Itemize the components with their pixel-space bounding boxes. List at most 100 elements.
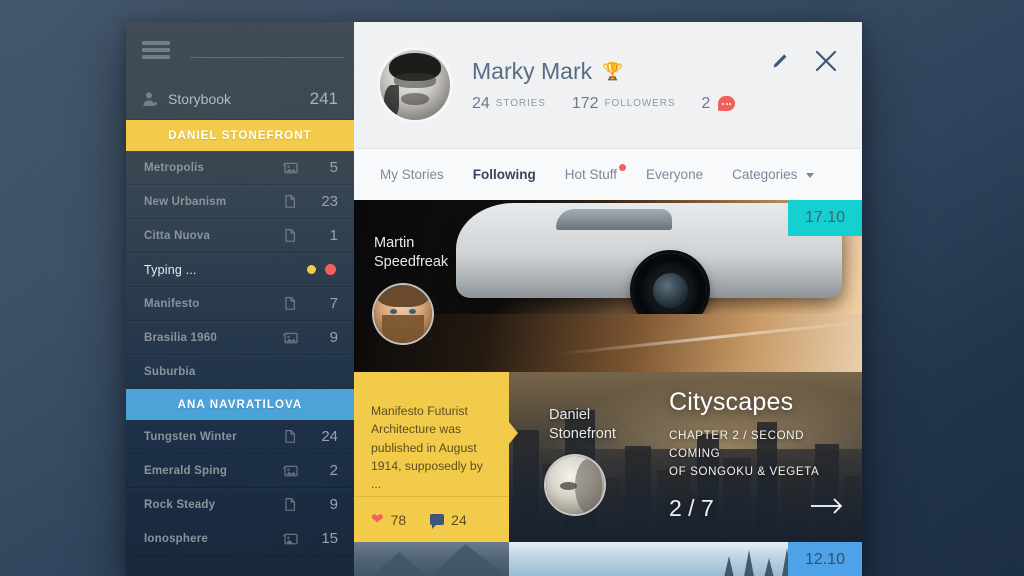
story-card-car[interactable]: Martin Speedfreak 17.10	[354, 200, 862, 372]
sidebar-item-tungsten-winter[interactable]: Tungsten Winter 24	[126, 420, 354, 454]
close-icon[interactable]	[814, 49, 838, 78]
document-icon	[282, 194, 298, 209]
sidebar-item-label: Rock Steady	[144, 498, 216, 511]
person-icon	[142, 91, 158, 107]
author-line-1: Martin	[374, 235, 415, 251]
document-icon	[282, 497, 298, 512]
main-panel: Marky Mark 🏆 24 STORIES 172 FOLLOWERS 2	[354, 22, 862, 576]
notification-dot-icon	[619, 164, 627, 171]
sidebar-item-count: 1	[329, 227, 338, 244]
profile-name-row: Marky Mark 🏆	[472, 58, 735, 85]
tab-following[interactable]: Following	[473, 167, 536, 182]
sidebar-item-citta-nuova[interactable]: Citta Nuova 1	[126, 219, 354, 253]
sidebar-item-suburbia[interactable]: Suburbia	[126, 355, 354, 389]
photo-icon	[282, 531, 298, 546]
sidebar-item-label: Suburbia	[144, 365, 196, 378]
page-indicator: 2 / 7	[669, 494, 714, 521]
followers-label: FOLLOWERS	[604, 98, 676, 109]
hamburger-icon[interactable]	[142, 41, 170, 59]
story-card-forest[interactable]: 12.10	[509, 542, 862, 576]
tab-categories[interactable]: Categories	[732, 167, 815, 182]
tab-hot-stuff[interactable]: Hot Stuff	[564, 164, 627, 182]
author-line-2: Speedfreak	[374, 253, 449, 270]
sidebar-item-manifesto[interactable]: Manifesto 7	[126, 287, 354, 321]
photo-icon	[282, 160, 298, 175]
stories-count: 24	[472, 94, 490, 112]
story-author: Martin Speedfreak	[374, 234, 448, 271]
comments-count: 24	[451, 511, 467, 528]
profile-header: Marky Mark 🏆 24 STORIES 172 FOLLOWERS 2	[354, 22, 862, 148]
sidebar-item-storybook[interactable]: Storybook 241	[126, 78, 354, 120]
sidebar-group-header-daniel-stonefront[interactable]: DANIEL STONEFRONT	[126, 120, 354, 151]
sidebar-item-ionosphere[interactable]: Ionosphere 15	[126, 522, 354, 556]
profile-info: Marky Mark 🏆 24 STORIES 172 FOLLOWERS 2	[472, 58, 736, 113]
story-card-manifesto[interactable]: Manifesto Futurist Architecture was publ…	[354, 372, 509, 542]
sidebar-item-count: 2	[329, 462, 338, 479]
story-details: Cityscapes CHAPTER 2 / SECOND COMING OF …	[669, 388, 844, 522]
messages-count: 2	[701, 94, 711, 112]
subtitle-line-1: CHAPTER 2 / SECOND COMING	[669, 429, 805, 460]
sidebar-item-count: 7	[329, 295, 338, 312]
sidebar-item-label: Tungsten Winter	[144, 430, 237, 443]
comments-group[interactable]: 24	[430, 511, 467, 529]
sidebar-item-count: 9	[329, 496, 338, 513]
sidebar-item-new-urbanism[interactable]: New Urbanism 23	[126, 185, 354, 219]
likes-count: 78	[390, 511, 407, 528]
comment-icon	[430, 514, 445, 529]
followers-count: 172	[571, 94, 599, 112]
story-subtitle: CHAPTER 2 / SECOND COMING OF SONGOKU & V…	[669, 427, 844, 481]
author-avatar[interactable]	[374, 285, 432, 343]
story-meta: ❤ 78 24	[354, 496, 509, 542]
avatar	[380, 50, 450, 120]
sidebar-item-count: 15	[321, 530, 338, 547]
chevron-down-icon	[806, 172, 815, 178]
tab-everyone[interactable]: Everyone	[646, 167, 703, 182]
story-card-mountain[interactable]	[354, 542, 509, 576]
sidebar-item-emerald-sping[interactable]: Emerald Sping 2	[126, 454, 354, 488]
story-excerpt: Manifesto Futurist Architecture was publ…	[371, 404, 483, 492]
header-actions	[770, 49, 838, 78]
subtitle-line-2: OF SONGOKU & VEGETA	[669, 464, 820, 478]
date-badge: 17.10	[787, 200, 862, 236]
status-dot-red	[325, 264, 336, 275]
sidebar-item-rock-steady[interactable]: Rock Steady 9	[126, 488, 354, 522]
sidebar-item-count: 241	[309, 88, 338, 108]
sidebar-item-label: Emerald Sping	[144, 464, 228, 477]
author-line-1: Daniel	[549, 407, 591, 423]
author-avatar[interactable]	[546, 456, 604, 514]
story-card-cityscapes[interactable]: Daniel Stonefront Cityscapes CHAPTER 2 /…	[509, 372, 862, 542]
profile-stats: 24 STORIES 172 FOLLOWERS 2	[472, 94, 736, 113]
story-author: Daniel Stonefront	[549, 406, 616, 443]
search-input[interactable]	[190, 42, 345, 58]
sidebar-item-label: Citta Nuova	[144, 229, 211, 242]
likes-group[interactable]: ❤ 78	[371, 512, 406, 528]
sidebar-item-label: New Urbanism	[144, 195, 227, 208]
edit-icon[interactable]	[770, 51, 790, 76]
story-title: Cityscapes	[669, 388, 794, 416]
trophy-icon: 🏆	[602, 61, 624, 81]
stories-label: STORIES	[495, 98, 546, 109]
sidebar-item-count: 24	[321, 428, 338, 445]
sidebar-group-header-ana-navratilova[interactable]: ANA NAVRATILOVA	[126, 389, 354, 420]
arrow-right-icon[interactable]	[810, 497, 844, 520]
sidebar-item-typing[interactable]: Typing ...	[126, 253, 354, 287]
sidebar-item-count: 9	[329, 329, 338, 346]
tab-label: Hot Stuff	[564, 167, 618, 182]
sidebar: Storybook 241 DANIEL STONEFRONT Metropol…	[126, 22, 354, 576]
story-feed: Martin Speedfreak 17.10 Manifesto Futuri…	[354, 200, 862, 576]
sidebar-item-label: Brasilia 1960	[144, 331, 217, 344]
date-badge: 12.10	[787, 542, 862, 576]
heart-icon: ❤	[371, 511, 384, 528]
message-badge-icon[interactable]	[718, 96, 736, 111]
sidebar-item-count: 5	[329, 159, 338, 176]
author-line-2: Stonefront	[549, 425, 616, 442]
document-icon	[282, 429, 298, 444]
page-title: Marky Mark	[472, 57, 593, 84]
status-dot-yellow	[307, 265, 316, 274]
sidebar-item-metropolis[interactable]: Metropolis 5	[126, 151, 354, 185]
tab-my-stories[interactable]: My Stories	[380, 167, 444, 182]
document-icon	[282, 296, 298, 311]
search-area	[180, 42, 354, 59]
tab-bar: My Stories Following Hot Stuff Everyone …	[354, 148, 862, 200]
sidebar-item-brasilia-1960[interactable]: Brasilia 1960 9	[126, 321, 354, 355]
